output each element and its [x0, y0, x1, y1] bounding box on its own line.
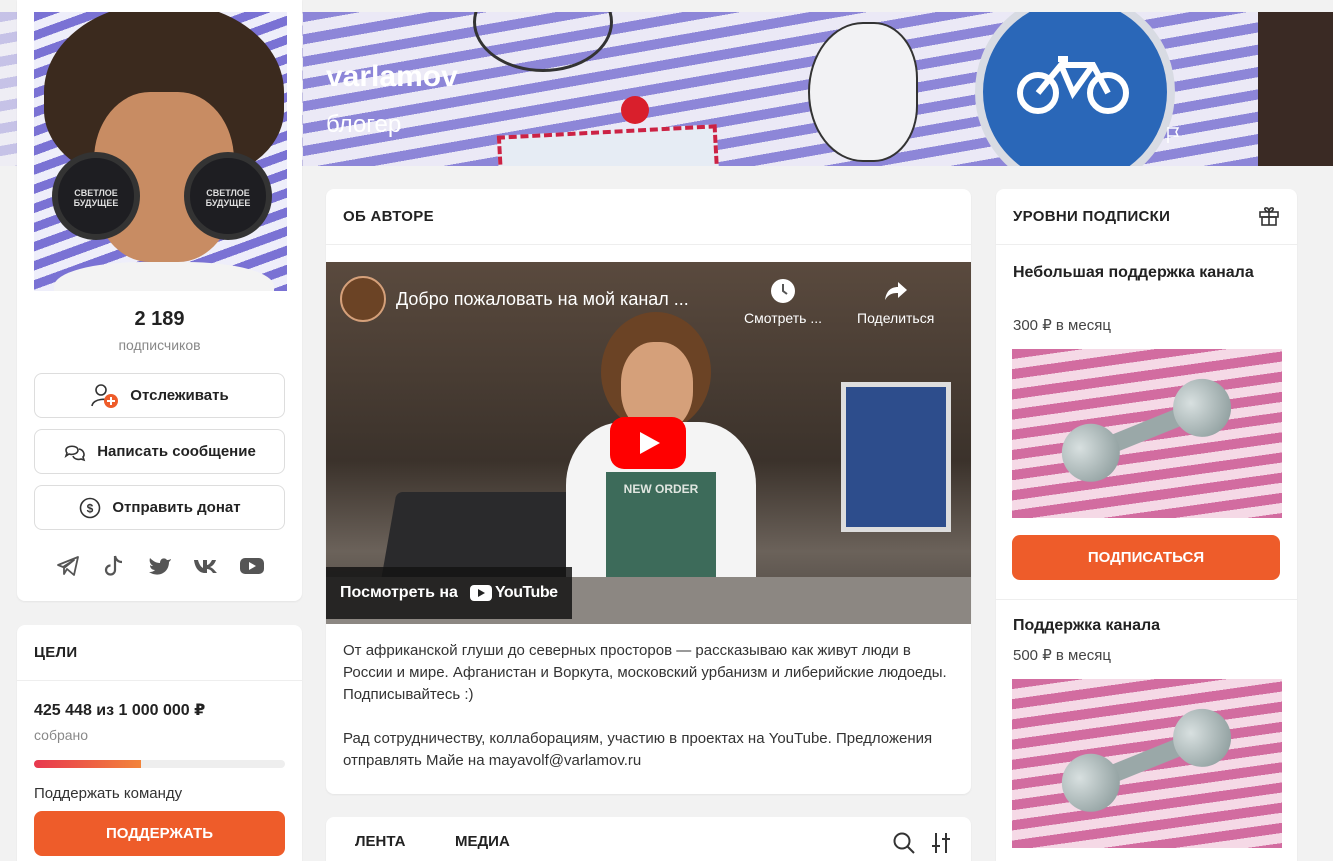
goal-collected-label: собрано [34, 727, 89, 743]
channel-avatar[interactable] [340, 276, 386, 322]
donate-label: Отправить донат [112, 499, 241, 516]
clock-icon [771, 279, 795, 303]
play-button[interactable] [610, 417, 686, 469]
tiktok-icon[interactable] [101, 553, 127, 579]
about-paragraph-2: Рад сотрудничеству, коллаборациям, участ… [343, 730, 933, 769]
goal-progress-bar [34, 760, 285, 768]
page-subtitle: блогер [326, 111, 402, 138]
london-stamp-decoration [1258, 12, 1333, 166]
about-description: От африканской глуши до северных простор… [343, 640, 955, 772]
follow-button[interactable]: Отслеживать [34, 373, 285, 418]
report-flag-icon[interactable] [1166, 126, 1182, 144]
cover-banner: varlamov блогер [303, 12, 1333, 166]
level-1-title: Небольшая поддержка канала [1013, 264, 1254, 281]
swan-decoration [808, 22, 918, 162]
bicycle-sign-decoration [975, 12, 1175, 166]
coin-icon: $ [80, 497, 101, 518]
page-title: varlamov [326, 60, 458, 93]
subscription-levels-card: УРОВНИ ПОДПИСКИ Небольшая поддержка кана… [996, 189, 1297, 861]
tab-media[interactable]: МЕДИА [455, 833, 510, 850]
social-links [55, 553, 265, 579]
youtube-logo-icon: YouTube [469, 584, 558, 602]
svg-text:$: $ [87, 501, 94, 515]
watch-on-youtube-button[interactable]: Посмотреть на YouTube [326, 567, 572, 619]
goal-amount: 425 448 из 1 000 000 ₽ [34, 702, 206, 719]
share-label: Поделиться [857, 310, 935, 326]
about-paragraph-1: От африканской глуши до северных простор… [343, 642, 947, 703]
about-card: ОБ АВТОРЕ NEW ORDER Добро пожаловать на … [326, 189, 971, 794]
chat-icon [64, 444, 86, 461]
dumbbell-image [1049, 358, 1246, 500]
subscribe-button[interactable]: ПОДПИСАТЬСЯ [1012, 535, 1280, 580]
message-label: Написать сообщение [97, 443, 256, 460]
feed-tabs-card: ЛЕНТА МЕДИА [326, 817, 971, 861]
binocular-left: СВЕТЛОЕ БУДУЩЕЕ [52, 152, 140, 240]
level-2-title: Поддержка канала [1013, 617, 1161, 634]
youtube-logo-text: YouTube [494, 584, 558, 601]
level-2-image [1012, 679, 1282, 848]
envelope-decoration [496, 124, 720, 166]
support-button[interactable]: ПОДДЕРЖАТЬ [34, 811, 285, 856]
profile-card: СВЕТЛОЕ БУДУЩЕЕ СВЕТЛОЕ БУДУЩЕЕ 2 189 по… [17, 0, 302, 601]
share-icon [884, 282, 907, 300]
follow-user-icon [91, 383, 119, 408]
watch-on-label: Посмотреть на [340, 584, 458, 601]
goals-card: ЦЕЛИ 425 448 из 1 000 000 ₽ собрано Подд… [17, 625, 302, 861]
bicycle-icon [1017, 56, 1129, 114]
push-pin-decoration [621, 96, 649, 124]
message-button[interactable]: Написать сообщение [34, 429, 285, 474]
goal-note: Поддержать команду [34, 785, 183, 802]
level-2-price: 500 ₽ в месяц [1013, 647, 1111, 664]
bicycle-wheel-decoration [473, 12, 613, 72]
youtube-icon[interactable] [239, 553, 265, 579]
goals-title: ЦЕЛИ [17, 625, 302, 681]
vk-icon[interactable] [193, 553, 219, 579]
video-title[interactable]: Добро пожаловать на мой канал ... [396, 289, 689, 310]
avatar: СВЕТЛОЕ БУДУЩЕЕ СВЕТЛОЕ БУДУЩЕЕ [34, 12, 287, 291]
level-1-image [1012, 349, 1282, 518]
binocular-right: СВЕТЛОЕ БУДУЩЕЕ [184, 152, 272, 240]
level-1-price: 300 ₽ в месяц [1013, 317, 1111, 334]
subscribers-label: подписчиков [118, 337, 201, 353]
share-button[interactable]: Поделиться [857, 278, 934, 326]
twitter-icon[interactable] [147, 553, 173, 579]
follow-label: Отслеживать [130, 387, 229, 404]
dumbbell-image [1049, 688, 1246, 830]
tab-feed[interactable]: ЛЕНТА [355, 833, 405, 850]
search-icon[interactable] [892, 831, 916, 855]
gift-icon [1259, 207, 1279, 226]
youtube-video-embed[interactable]: NEW ORDER Добро пожаловать на мой канал … [326, 262, 971, 624]
subscribers-count: 2 189 [134, 308, 185, 330]
levels-title: УРОВНИ ПОДПИСКИ [996, 189, 1297, 245]
watch-later-label: Смотреть ... [744, 310, 822, 326]
filter-icon[interactable] [930, 831, 952, 855]
telegram-icon[interactable] [55, 553, 81, 579]
about-title: ОБ АВТОРЕ [326, 189, 971, 245]
donate-button[interactable]: $ Отправить донат [34, 485, 285, 530]
shirt-print-text: NEW ORDER [623, 482, 699, 496]
watch-later-button[interactable]: Смотреть ... [744, 278, 822, 326]
goal-progress-fill [34, 760, 141, 768]
